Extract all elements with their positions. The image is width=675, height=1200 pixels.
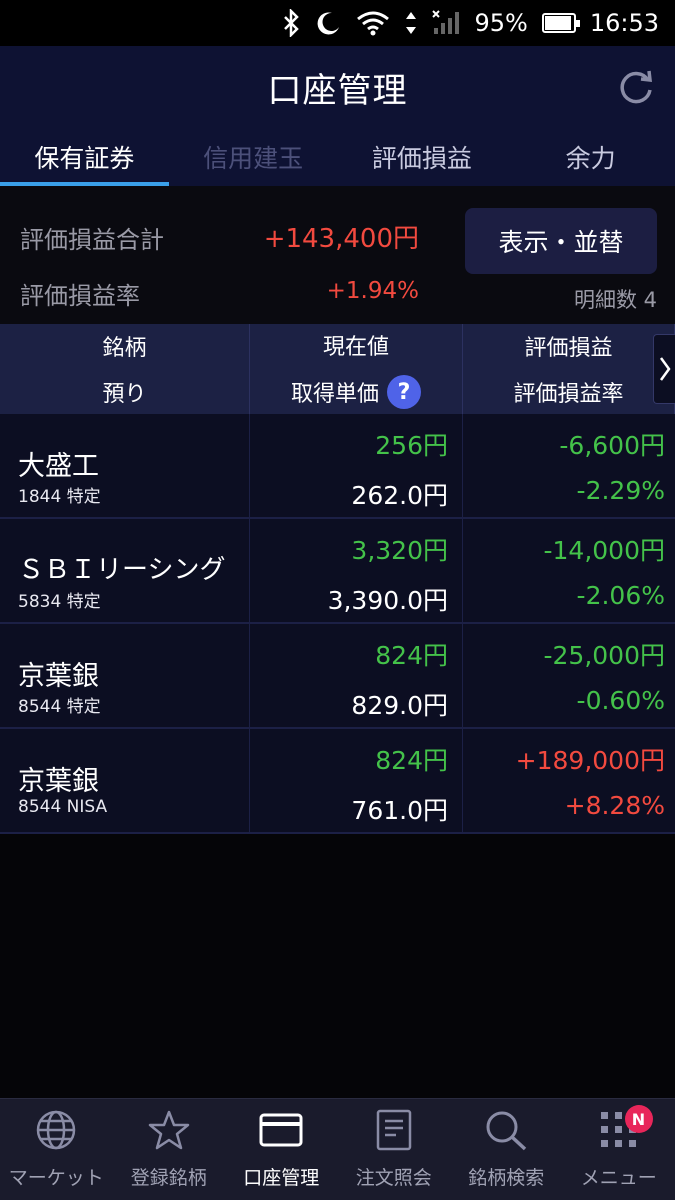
card-icon <box>259 1113 303 1147</box>
total-pl-label: 評価損益合計 <box>20 226 164 254</box>
row-security-cell: 京葉銀 8544 NISA <box>0 729 250 832</box>
profit-loss: -25,000円 <box>543 641 666 670</box>
header-pl-label: 評価損益 <box>524 336 613 361</box>
row-pl-cell: -14,000円 -2.06% <box>463 519 675 622</box>
chevron-right-icon[interactable] <box>653 334 675 404</box>
row-security-cell: ＳＢＩリーシング 5834 特定 <box>0 519 250 622</box>
status-bar: 95% 16:53 <box>0 0 675 46</box>
nav-market[interactable]: マーケット <box>0 1099 113 1200</box>
tab-profit-loss[interactable]: 評価損益 <box>338 128 507 186</box>
header-col-security: 銘柄 預り <box>0 324 250 414</box>
star-icon <box>148 1110 189 1150</box>
current-price: 824円 <box>375 641 448 670</box>
security-code: 5834 特定 <box>18 592 101 612</box>
header-col-pl: 評価損益 評価損益率 <box>463 324 675 414</box>
signal-icon <box>432 10 460 36</box>
nav-account-label: 口座管理 <box>243 1167 320 1189</box>
security-name: 京葉銀 <box>18 766 99 797</box>
security-code: 8544 NISA <box>18 797 108 817</box>
row-price-cell: 824円 761.0円 <box>250 729 463 832</box>
nav-orders-label: 注文照会 <box>355 1167 432 1189</box>
help-icon[interactable]: ? <box>387 375 421 409</box>
refresh-icon[interactable] <box>615 66 657 108</box>
row-pl-cell: -25,000円 -0.60% <box>463 624 675 727</box>
current-price: 256円 <box>375 431 448 460</box>
tab-holdings[interactable]: 保有証券 <box>0 128 169 186</box>
nav-menu[interactable]: N メニュー <box>563 1099 675 1200</box>
bottom-nav: マーケット 登録銘柄 口座管理 注文照会 銘柄検索 N メニュー <box>0 1098 675 1200</box>
security-name: 大盛工 <box>18 451 99 482</box>
nav-account[interactable]: 口座管理 <box>225 1099 338 1200</box>
tab-buying-power[interactable]: 余力 <box>506 128 675 186</box>
pl-rate-value: +1.94% <box>326 278 419 304</box>
notification-badge: N <box>624 1105 653 1133</box>
current-price: 824円 <box>375 746 448 775</box>
holdings-list: 大盛工 1844 特定 256円 262.0円 -6,600円 -2.29% Ｓ… <box>0 414 675 834</box>
row-price-cell: 3,320円 3,390.0円 <box>250 519 463 622</box>
header-pl-rate-label: 評価損益率 <box>513 382 624 407</box>
profit-loss: -14,000円 <box>543 536 666 565</box>
acquisition-price: 3,390.0円 <box>327 586 448 615</box>
battery-icon <box>541 13 580 33</box>
row-security-cell: 大盛工 1844 特定 <box>0 414 250 517</box>
battery-percent: 95% <box>474 9 528 37</box>
document-icon <box>376 1109 411 1151</box>
page-title: 口座管理 <box>267 70 408 111</box>
row-security-cell: 京葉銀 8544 特定 <box>0 624 250 727</box>
tab-margin-positions[interactable]: 信用建玉 <box>169 128 338 186</box>
table-row[interactable]: 大盛工 1844 特定 256円 262.0円 -6,600円 -2.29% <box>0 414 675 519</box>
acquisition-price: 761.0円 <box>351 796 448 825</box>
nav-menu-label: メニュー <box>580 1167 657 1189</box>
bluetooth-icon <box>282 9 302 37</box>
moon-icon <box>316 10 342 36</box>
summary-panel: 評価損益合計 +143,400円 評価損益率 +1.94% 表示・並替 明細数 … <box>0 186 675 324</box>
nav-watchlist-label: 登録銘柄 <box>130 1167 207 1189</box>
profit-loss-rate: -2.29% <box>576 476 665 505</box>
app-header: 口座管理 <box>0 46 675 128</box>
row-price-cell: 256円 262.0円 <box>250 414 463 517</box>
profit-loss-rate: -0.60% <box>576 686 665 715</box>
header-security-label: 銘柄 <box>102 336 147 361</box>
table-row[interactable]: ＳＢＩリーシング 5834 特定 3,320円 3,390.0円 -14,000… <box>0 519 675 624</box>
acquisition-price: 262.0円 <box>351 481 448 510</box>
profit-loss: -6,600円 <box>559 431 665 460</box>
pl-rate-label: 評価損益率 <box>20 282 140 310</box>
profit-loss: +189,000円 <box>515 746 665 775</box>
data-arrows-icon <box>404 10 418 36</box>
row-pl-cell: +189,000円 +8.28% <box>463 729 675 832</box>
row-price-cell: 824円 829.0円 <box>250 624 463 727</box>
header-col-price: 現在値 取得単価 ? <box>250 324 463 414</box>
nav-watchlist[interactable]: 登録銘柄 <box>113 1099 226 1200</box>
row-pl-cell: -6,600円 -2.29% <box>463 414 675 517</box>
total-pl-value: +143,400円 <box>263 224 419 254</box>
table-header: 銘柄 預り 現在値 取得単価 ? 評価損益 評価損益率 <box>0 324 675 414</box>
nav-market-label: マーケット <box>8 1167 104 1189</box>
search-icon <box>486 1111 527 1151</box>
security-code: 8544 特定 <box>18 697 101 717</box>
security-name: ＳＢＩリーシング <box>18 555 226 585</box>
header-cost-label: 取得単価 <box>290 382 379 407</box>
header-price-label: 現在値 <box>322 335 389 360</box>
detail-count: 明細数 4 <box>573 288 657 312</box>
wifi-icon <box>356 10 390 36</box>
profit-loss-rate: +8.28% <box>564 791 665 820</box>
profit-loss-rate: -2.06% <box>576 581 665 610</box>
globe-icon <box>37 1110 76 1150</box>
current-price: 3,320円 <box>351 536 448 565</box>
table-row[interactable]: 京葉銀 8544 NISA 824円 761.0円 +189,000円 +8.2… <box>0 729 675 834</box>
nav-orders[interactable]: 注文照会 <box>338 1099 451 1200</box>
nav-search-label: 銘柄検索 <box>468 1167 545 1189</box>
nav-search[interactable]: 銘柄検索 <box>450 1099 563 1200</box>
display-sort-button[interactable]: 表示・並替 <box>465 208 657 274</box>
security-name: 京葉銀 <box>18 661 99 692</box>
header-custody-label: 預り <box>102 382 147 407</box>
tab-bar: 保有証券 信用建玉 評価損益 余力 <box>0 128 675 186</box>
table-row[interactable]: 京葉銀 8544 特定 824円 829.0円 -25,000円 -0.60% <box>0 624 675 729</box>
acquisition-price: 829.0円 <box>351 691 448 720</box>
security-code: 1844 特定 <box>18 487 101 507</box>
clock: 16:53 <box>589 9 659 37</box>
